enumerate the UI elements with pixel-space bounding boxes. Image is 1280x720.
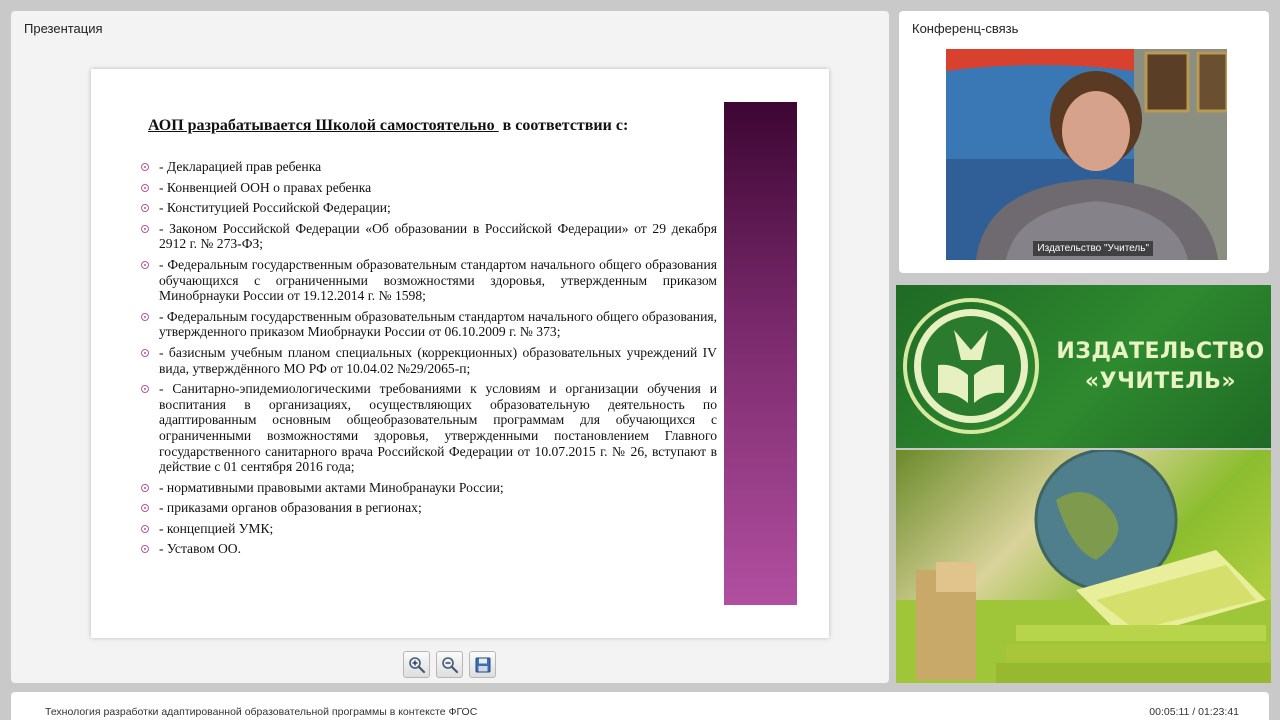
bullet-icon <box>141 204 149 213</box>
slide-list: - Декларацией прав ребенка - Конвенцией О… <box>139 159 717 562</box>
bullet-icon <box>141 348 149 357</box>
bullet-icon <box>141 504 149 513</box>
slide-list-item-text: - Санитарно-эпидемиологическими требован… <box>159 381 717 475</box>
slide-list-item: - Конвенцией ООН о правах ребенка <box>139 180 717 196</box>
slide-list-item-text: - Уставом ОО. <box>159 541 241 557</box>
slide-list-item-text: - Федеральным государственным образовате… <box>159 308 717 340</box>
presentation-panel: Презентация АОП разрабатывается Школой с… <box>11 11 889 683</box>
slide: АОП разрабатывается Школой самостоятельн… <box>91 69 829 638</box>
slide-list-item: - приказами органов образования в регион… <box>139 500 717 516</box>
slide-list-item: - Санитарно-эпидемиологическими требован… <box>139 381 717 475</box>
slide-list-item-text: - Федеральным государственным образовате… <box>159 256 717 304</box>
zoom-out-icon <box>441 656 458 673</box>
slide-list-item-text: - Конституцией Российской Федерации; <box>159 200 391 216</box>
slide-list-item-text: - концепцией УМК; <box>159 520 274 536</box>
video-frame-illustration <box>946 49 1227 260</box>
slide-list-item-text: - приказами органов образования в регион… <box>159 500 422 516</box>
save-icon <box>475 657 490 672</box>
publisher-name-line2: «УЧИТЕЛЬ» <box>1084 369 1237 394</box>
presentation-panel-title: Презентация <box>24 21 103 36</box>
slide-list-item: - Уставом ОО. <box>139 541 717 557</box>
publisher-name: ИЗДАТЕЛЬСТВО «УЧИТЕЛЬ» <box>1053 337 1268 397</box>
zoom-in-button[interactable] <box>403 651 430 678</box>
zoom-in-icon <box>408 656 425 673</box>
bullet-icon <box>141 224 149 233</box>
publisher-name-line1: ИЗДАТЕЛЬСТВО <box>1056 339 1265 364</box>
publisher-banner: ИЗДАТЕЛЬСТВО «УЧИТЕЛЬ» <box>896 285 1271 448</box>
slide-list-item: - нормативными правовыми актами Минобран… <box>139 480 717 496</box>
bullet-icon <box>141 260 149 269</box>
slide-list-item: - базисным учебным планом специальных (к… <box>139 345 717 376</box>
slide-heading: АОП разрабатывается Школой самостоятельн… <box>148 117 628 135</box>
slide-list-item-text: - базисным учебным планом специальных (к… <box>159 344 717 376</box>
bullet-icon <box>141 483 149 492</box>
publisher-logo-icon <box>903 298 1039 434</box>
bullet-icon <box>141 524 149 533</box>
bullet-icon <box>141 312 149 321</box>
slide-list-item: - Конституцией Российской Федерации; <box>139 200 717 216</box>
slide-list-item: - концепцией УМК; <box>139 521 717 537</box>
bullet-icon <box>141 163 149 171</box>
bullet-icon <box>141 385 149 394</box>
video-caption: Издательство "Учитель" <box>1033 241 1153 256</box>
conference-panel-title: Конференц-связь <box>912 21 1019 36</box>
books-globe-image <box>896 450 1271 683</box>
books-illustration <box>896 450 1271 683</box>
bullet-icon <box>141 545 149 554</box>
lesson-title: Технология разработки адаптированной обр… <box>45 706 478 718</box>
slide-heading-rest: в соответствии с: <box>498 117 629 134</box>
bullet-icon <box>141 183 149 192</box>
slide-list-item: - Законом Российской Федерации «Об образ… <box>139 221 717 252</box>
zoom-out-button[interactable] <box>436 651 463 678</box>
footer-bar: Технология разработки адаптированной обр… <box>11 692 1269 720</box>
slide-list-item-text: - нормативными правовыми актами Минобран… <box>159 479 504 495</box>
slide-list-item-text: - Конвенцией ООН о правах ребенка <box>159 179 372 195</box>
conference-video[interactable]: Издательство "Учитель" <box>946 49 1227 260</box>
conference-panel: Конференц-связь Издательство "Учитель" <box>899 11 1269 273</box>
slide-decorative-bar <box>724 102 797 605</box>
slide-list-item-text: - Декларацией прав ребенка <box>159 159 322 174</box>
slide-heading-underlined: АОП разрабатывается Школой самостоятельн… <box>148 117 499 134</box>
slide-list-item: - Федеральным государственным образовате… <box>139 257 717 304</box>
slide-list-item: - Федеральным государственным образовате… <box>139 309 717 340</box>
save-button[interactable] <box>469 651 496 678</box>
playback-time: 00:05:11 / 01:23:41 <box>1149 706 1239 718</box>
slide-list-item: - Декларацией прав ребенка <box>139 159 717 175</box>
slide-list-item-text: - Законом Российской Федерации «Об образ… <box>159 220 717 252</box>
